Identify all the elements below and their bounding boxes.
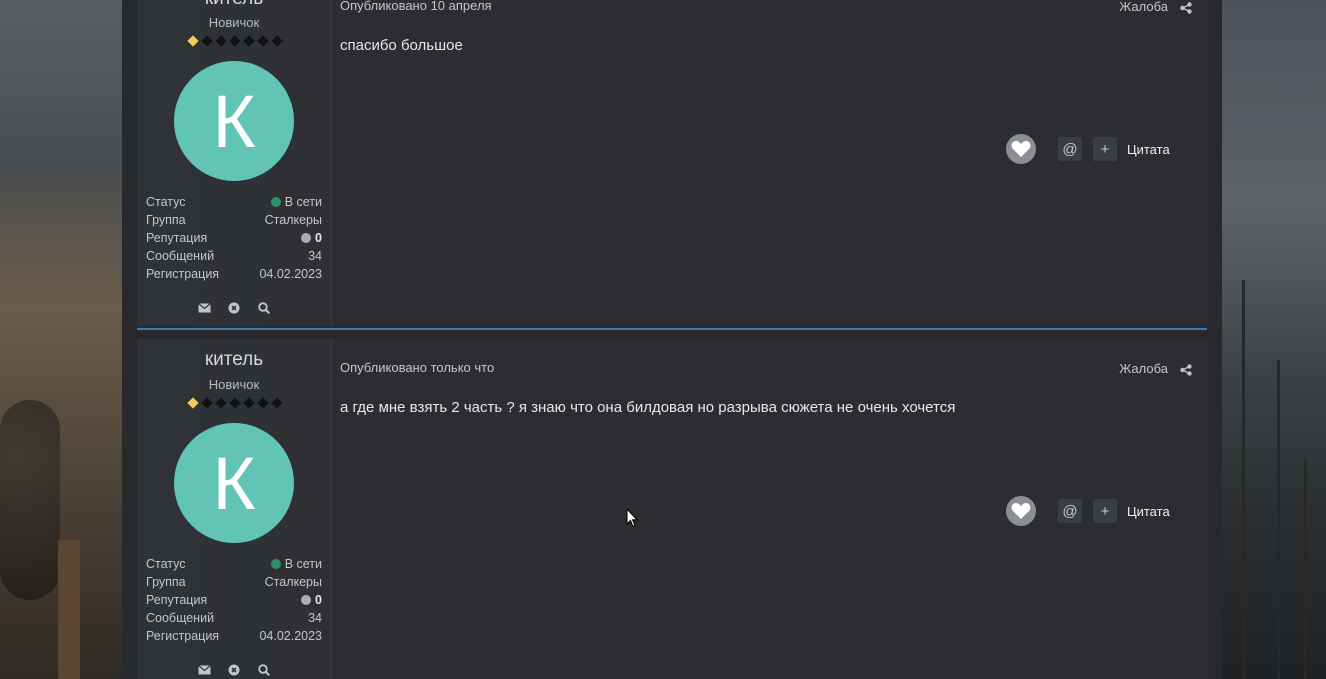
info-label: Статус bbox=[146, 557, 186, 571]
author-panel: китель Новичок К Статус В сети Группа bbox=[137, 339, 332, 679]
info-value: Сталкеры bbox=[264, 575, 322, 589]
post-content: спасибо большое bbox=[340, 37, 463, 54]
quote-button[interactable]: Цитата bbox=[1127, 504, 1170, 519]
author-info: Статус В сети Группа Сталкеры Репутация … bbox=[146, 193, 322, 283]
rank-pip bbox=[243, 35, 255, 47]
info-row-messages: Сообщений 34 bbox=[146, 247, 322, 265]
forum-post: китель Новичок К Статус В сети Группа bbox=[137, 339, 1207, 679]
post-date[interactable]: Опубликовано только что bbox=[340, 360, 494, 375]
pole-decoration bbox=[58, 540, 80, 679]
author-actions bbox=[137, 301, 331, 315]
quote-button[interactable]: Цитата bbox=[1127, 142, 1170, 157]
avatar[interactable]: К bbox=[174, 61, 294, 181]
post-divider bbox=[137, 328, 1207, 330]
post-body: Опубликовано только что Жалоба а где мне… bbox=[340, 339, 1207, 679]
envelope-icon[interactable] bbox=[197, 301, 211, 315]
report-link[interactable]: Жалоба bbox=[1119, 361, 1168, 376]
share-icon[interactable] bbox=[1180, 1, 1192, 14]
rank-pip bbox=[243, 397, 255, 409]
avatar[interactable]: К bbox=[174, 423, 294, 543]
tower-decoration bbox=[1304, 460, 1307, 679]
info-value: Сталкеры bbox=[264, 213, 322, 227]
rank-pip bbox=[257, 35, 269, 47]
heart-icon bbox=[1011, 503, 1031, 519]
author-name[interactable]: китель bbox=[137, 349, 331, 371]
mention-button[interactable]: @ bbox=[1058, 137, 1082, 161]
share-icon[interactable] bbox=[1180, 363, 1192, 376]
rank-pip-filled bbox=[187, 35, 199, 47]
author-info: Статус В сети Группа Сталкеры Репутация … bbox=[146, 555, 322, 645]
multiquote-button[interactable]: + bbox=[1093, 499, 1117, 523]
rank-pip bbox=[271, 397, 283, 409]
info-row-reputation: Репутация 0 bbox=[146, 591, 322, 609]
info-row-group: Группа Сталкеры bbox=[146, 211, 322, 229]
background-left bbox=[0, 0, 122, 679]
post-date[interactable]: Опубликовано 10 апреля bbox=[340, 0, 492, 13]
post-content: а где мне взять 2 часть ? я знаю что она… bbox=[340, 399, 956, 416]
info-row-messages: Сообщений 34 bbox=[146, 609, 322, 627]
online-status-icon bbox=[270, 559, 281, 569]
info-value: В сети bbox=[284, 195, 322, 209]
info-value: В сети bbox=[284, 557, 322, 571]
info-value: 04.02.2023 bbox=[259, 267, 322, 281]
author-rank: Новичок bbox=[208, 15, 260, 30]
info-label: Регистрация bbox=[146, 267, 220, 281]
ignore-icon[interactable] bbox=[227, 301, 241, 315]
info-label: Репутация bbox=[146, 231, 208, 245]
like-button[interactable] bbox=[1006, 134, 1036, 164]
rank-pip-filled bbox=[187, 397, 199, 409]
search-icon[interactable] bbox=[257, 301, 271, 315]
info-row-status: Статус В сети bbox=[146, 193, 322, 211]
author-name[interactable]: китель bbox=[137, 0, 331, 10]
heart-icon bbox=[1011, 141, 1031, 157]
mention-button[interactable]: @ bbox=[1058, 499, 1082, 523]
info-row-registration: Регистрация 04.02.2023 bbox=[146, 627, 322, 645]
rank-pips bbox=[187, 35, 283, 47]
envelope-icon[interactable] bbox=[197, 663, 211, 677]
ignore-icon[interactable] bbox=[227, 663, 241, 677]
rank-pip bbox=[229, 35, 241, 47]
author-rank: Новичок bbox=[208, 377, 260, 392]
info-row-registration: Регистрация 04.02.2023 bbox=[146, 265, 322, 283]
info-value: 34 bbox=[308, 611, 322, 625]
rank-pips bbox=[187, 397, 283, 409]
rank-pip bbox=[201, 397, 213, 409]
info-label: Сообщений bbox=[146, 611, 215, 625]
info-label: Статус bbox=[146, 195, 186, 209]
report-link[interactable]: Жалоба bbox=[1119, 0, 1168, 14]
reputation-icon bbox=[301, 233, 312, 243]
info-value: 0 bbox=[315, 231, 322, 245]
background-right bbox=[1222, 0, 1326, 679]
info-value: 0 bbox=[315, 593, 322, 607]
forum-container: китель Новичок К Статус В сети Группа bbox=[122, 0, 1222, 679]
multiquote-button[interactable]: + bbox=[1093, 137, 1117, 161]
info-label: Группа bbox=[146, 575, 186, 589]
info-label: Регистрация bbox=[146, 629, 220, 643]
info-value: 34 bbox=[308, 249, 322, 263]
rank-pip bbox=[257, 397, 269, 409]
rank-pip bbox=[215, 35, 227, 47]
rank-pip bbox=[271, 35, 283, 47]
info-row-status: Статус В сети bbox=[146, 555, 322, 573]
author-panel: китель Новичок К Статус В сети Группа bbox=[137, 0, 332, 326]
like-button[interactable] bbox=[1006, 496, 1036, 526]
gas-mask-decoration bbox=[0, 400, 60, 600]
info-row-reputation: Репутация 0 bbox=[146, 229, 322, 247]
reputation-icon bbox=[301, 595, 312, 605]
rank-pip bbox=[215, 397, 227, 409]
info-label: Сообщений bbox=[146, 249, 215, 263]
info-value: 04.02.2023 bbox=[259, 629, 322, 643]
info-row-group: Группа Сталкеры bbox=[146, 573, 322, 591]
tree-decoration bbox=[1242, 280, 1245, 679]
info-label: Группа bbox=[146, 213, 186, 227]
rank-pip bbox=[229, 397, 241, 409]
search-icon[interactable] bbox=[257, 663, 271, 677]
forum-post: китель Новичок К Статус В сети Группа bbox=[137, 0, 1207, 326]
info-label: Репутация bbox=[146, 593, 208, 607]
author-actions bbox=[137, 663, 331, 677]
rank-pip bbox=[201, 35, 213, 47]
online-status-icon bbox=[270, 197, 281, 207]
tree-decoration bbox=[1277, 360, 1280, 679]
post-body: Опубликовано 10 апреля Жалоба спасибо бо… bbox=[340, 0, 1207, 326]
